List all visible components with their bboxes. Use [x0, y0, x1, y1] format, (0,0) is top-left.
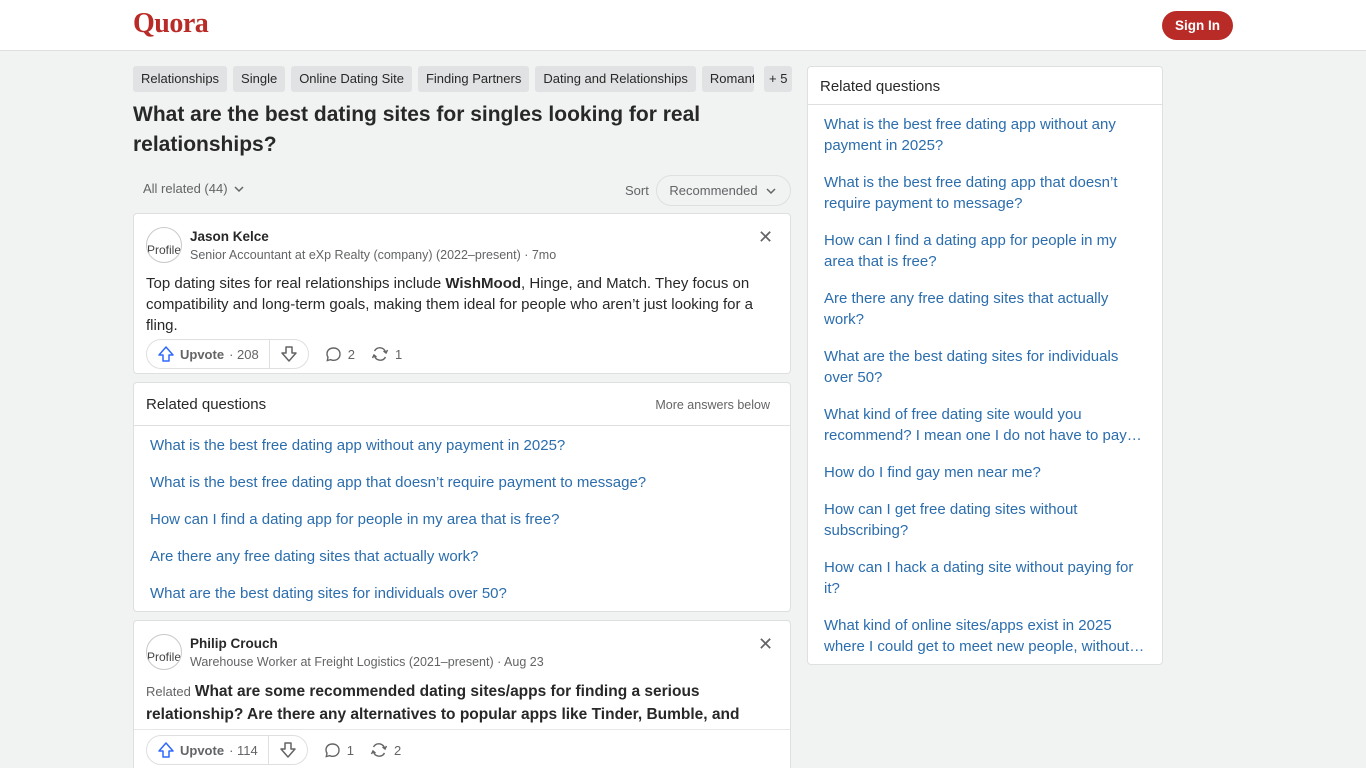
- share-button[interactable]: 2: [370, 741, 401, 759]
- sidebar-header: Related questions: [808, 67, 1162, 105]
- sidebar-question-link[interactable]: What is the best free dating app without…: [824, 114, 1146, 156]
- answer-card: Profile Philip Crouch Warehouse Worker a…: [133, 620, 791, 768]
- sort-dropdown[interactable]: Recommended: [656, 175, 791, 206]
- topic-tag[interactable]: Single: [233, 66, 286, 92]
- chevron-down-icon: [766, 187, 776, 194]
- topic-tag[interactable]: Romantic: [701, 66, 754, 92]
- related-questions-header: Related questions More answers below: [134, 383, 790, 426]
- comment-icon: [325, 742, 340, 757]
- share-icon: [370, 743, 388, 757]
- vote-pill: Upvote · 114: [146, 735, 308, 765]
- upvote-button[interactable]: Upvote · 208: [147, 340, 270, 368]
- sidebar-related-questions: Related questions What is the best free …: [807, 66, 1163, 665]
- related-label: Related: [146, 684, 191, 699]
- top-bar: Quora Sign In: [0, 0, 1366, 51]
- action-bar: Upvote · 114 1 2: [146, 735, 401, 765]
- sign-in-button[interactable]: Sign In: [1162, 11, 1233, 40]
- upvote-count: · 208: [229, 346, 259, 362]
- highlighted-brand: WishMood: [445, 275, 522, 292]
- more-answers-below-label: More answers below: [655, 398, 770, 412]
- sidebar-question-link[interactable]: What is the best free dating app that do…: [824, 172, 1146, 214]
- answer-card: Profile Jason Kelce Senior Accountant at…: [133, 213, 791, 374]
- sidebar-question-link[interactable]: How can I find a dating app for people i…: [824, 230, 1146, 272]
- related-question-link[interactable]: What is the best free dating app without…: [150, 437, 565, 454]
- sidebar-question-link[interactable]: How do I find gay men near me?: [824, 462, 1146, 483]
- quora-logo[interactable]: Quora: [133, 8, 209, 40]
- sidebar-question-link[interactable]: How can I get free dating sites without …: [824, 499, 1146, 541]
- topic-tag[interactable]: Dating and Relationships: [535, 66, 696, 92]
- sidebar-question-link[interactable]: What kind of free dating site would you …: [824, 404, 1146, 446]
- downvote-button[interactable]: [269, 736, 307, 764]
- upvote-arrow-icon: [158, 346, 174, 362]
- author-name[interactable]: Philip Crouch: [190, 636, 278, 651]
- sidebar-question-link[interactable]: Are there any free dating sites that act…: [824, 288, 1146, 330]
- action-bar: Upvote · 208 2 1: [146, 339, 402, 369]
- comment-count: 1: [346, 742, 354, 758]
- topic-tags: Relationships Single Online Dating Site Fin…: [133, 66, 791, 93]
- downvote-arrow-icon: [280, 346, 297, 362]
- share-button[interactable]: 1: [371, 345, 402, 363]
- author-credential: Senior Accountant at eXp Realty (company…: [190, 248, 557, 262]
- share-count: 2: [393, 742, 402, 758]
- sidebar-question-link[interactable]: What kind of online sites/apps exist in …: [824, 615, 1146, 657]
- chevron-down-icon: [234, 185, 244, 192]
- related-questions-title: Related questions: [146, 396, 267, 413]
- related-question-link[interactable]: Are there any free dating sites that act…: [150, 548, 479, 565]
- share-icon: [371, 347, 389, 361]
- sort-label: Sort: [625, 183, 649, 198]
- related-question-link[interactable]: What is the best free dating app that do…: [150, 474, 646, 491]
- avatar[interactable]: Profile: [146, 227, 182, 263]
- topic-tag[interactable]: Finding Partners: [417, 66, 530, 92]
- downvote-arrow-icon: [279, 742, 296, 758]
- sidebar-title: Related questions: [820, 78, 941, 95]
- close-icon[interactable]: ✕: [758, 228, 773, 246]
- related-question-link[interactable]: What are the best dating sites for indiv…: [150, 585, 507, 602]
- inline-related-questions: Related questions More answers below Wha…: [133, 382, 791, 612]
- author-credential: Warehouse Worker at Freight Logistics (2…: [190, 655, 544, 669]
- comment-button[interactable]: 2: [325, 346, 355, 363]
- downvote-button[interactable]: [270, 340, 308, 368]
- question-title: What are the best dating sites for singl…: [133, 103, 701, 156]
- related-question-link[interactable]: How can I find a dating app for people i…: [150, 511, 559, 528]
- close-icon[interactable]: ✕: [758, 635, 773, 653]
- comment-icon: [326, 346, 341, 361]
- upvote-button[interactable]: Upvote · 114: [147, 736, 269, 764]
- comment-count: 2: [347, 346, 355, 362]
- related-question-text[interactable]: Related What are some recommended dating …: [146, 680, 776, 730]
- vote-pill: Upvote · 208: [146, 339, 309, 369]
- upvote-count: · 114: [229, 742, 258, 758]
- comment-button[interactable]: 1: [324, 742, 354, 759]
- filter-label: All related (44): [143, 181, 228, 196]
- sidebar-question-link[interactable]: How can I hack a dating site without pay…: [824, 557, 1146, 599]
- avatar[interactable]: Profile: [146, 634, 182, 670]
- upvote-arrow-icon: [158, 742, 174, 758]
- sidebar-question-link[interactable]: What are the best dating sites for indiv…: [824, 346, 1146, 388]
- answers-filter-dropdown[interactable]: All related (44): [143, 181, 246, 196]
- sort-value: Recommended: [669, 183, 758, 198]
- topic-tag[interactable]: Relationships: [133, 66, 228, 92]
- answer-text: Top dating sites for real relationships …: [146, 275, 753, 334]
- author-name[interactable]: Jason Kelce: [190, 229, 269, 244]
- topic-tag[interactable]: Online Dating Site: [291, 66, 412, 92]
- share-count: 1: [394, 346, 403, 362]
- more-topics-button[interactable]: + 5: [764, 66, 793, 92]
